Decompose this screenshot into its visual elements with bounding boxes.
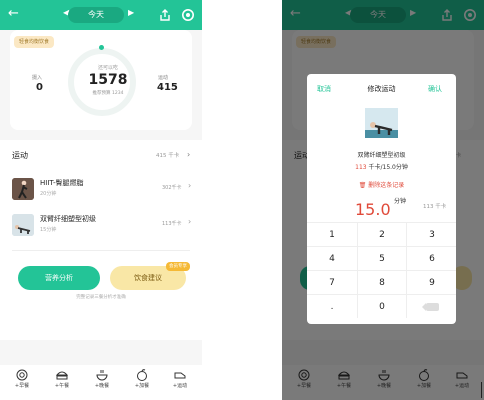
gear-icon[interactable] <box>181 8 195 22</box>
exercise-thumbnail <box>12 214 34 236</box>
numeric-keypad: 1 2 3 4 5 6 7 8 9 . 0 <box>307 222 456 324</box>
tab-snack[interactable]: +加餐 <box>124 369 160 389</box>
dinner-icon <box>96 370 108 381</box>
exercise-section: 运动 415 千卡 › HIIT-臀腿燃脂 20分钟 302千卡 › 双臂纤细塑… <box>0 140 202 340</box>
exercise-name: HIIT-臀腿燃脂 <box>40 179 84 187</box>
edit-exercise-dialog: 取消 修改运动 确认 双臂纤细塑型初级 113 千卡/15.0分钟 🗑 删除这条… <box>307 74 456 324</box>
exercise-item[interactable]: HIIT-臀腿燃脂 20分钟 302千卡 › <box>12 176 194 202</box>
key-7[interactable]: 7 <box>307 270 357 294</box>
intake-label: 摄入 <box>32 75 43 81</box>
tab-lunch[interactable]: +午餐 <box>44 369 80 389</box>
tab-breakfast[interactable]: +早餐 <box>4 369 40 389</box>
remaining-calories: 1578 <box>88 72 128 88</box>
delete-label: 删除这条记录 <box>368 182 405 189</box>
backspace-key[interactable] <box>407 294 456 318</box>
top-bar: ← ◀ 今天 ▶ <box>0 0 202 30</box>
exercise-name: 双臂纤细塑型初级 <box>40 215 96 223</box>
app-screen-with-dialog: ← ◀ 今天 ▶ 轻食均衡饮食 运动 415 千卡 +早餐 +午餐 +晚餐 +加… <box>282 0 484 400</box>
key-6[interactable]: 6 <box>407 246 456 270</box>
key-8[interactable]: 8 <box>357 270 407 294</box>
bottom-tab-bar: +早餐 +午餐 +晚餐 +加餐 +运动 <box>0 365 202 400</box>
exercise-kcal-line: 113 千卡/15.0分钟 <box>307 162 456 171</box>
key-5[interactable]: 5 <box>357 246 407 270</box>
share-icon[interactable] <box>158 8 172 22</box>
footnote: 完整记录三餐分析才准确 <box>76 295 126 300</box>
tab-dinner[interactable]: +晚餐 <box>84 369 120 389</box>
exercise-kcal: 113千卡 <box>162 221 182 227</box>
confirm-button[interactable]: 确认 <box>428 84 442 94</box>
divider <box>12 250 190 251</box>
nutrition-analysis-button[interactable]: 营养分析 <box>18 266 100 290</box>
diet-plan-tag[interactable]: 轻食均衡饮食 <box>14 36 55 48</box>
key-4[interactable]: 4 <box>307 246 357 270</box>
breakfast-icon <box>16 369 28 381</box>
tab-exercise[interactable]: +运动 <box>162 369 198 389</box>
back-arrow-icon[interactable]: ← <box>8 6 19 22</box>
ring-progress-dot <box>99 45 104 50</box>
trash-icon: 🗑 <box>358 182 367 189</box>
exercise-kcal: 302千卡 <box>162 185 182 191</box>
tab-label: +运动 <box>172 383 188 389</box>
exercise-item[interactable]: 双臂纤细塑型初级 15分钟 113千卡 › <box>12 212 194 238</box>
key-2[interactable]: 2 <box>357 222 407 246</box>
exercise-name: 双臂纤细塑型初级 <box>357 152 406 159</box>
burn-label: 运动 <box>158 75 169 81</box>
kcal-value: 113 <box>355 164 367 171</box>
amount-value: 15.0 <box>355 200 391 219</box>
calorie-summary-card: 轻食均衡饮食 摄入 0 还可以吃 1578 推荐预算 1234 运动 415 <box>10 30 192 130</box>
key-9[interactable]: 9 <box>407 270 456 294</box>
app-screen-main: ← ◀ 今天 ▶ 轻食均衡饮食 摄入 0 还可以吃 1578 推荐预算 1234… <box>0 0 202 400</box>
tab-label: +午餐 <box>54 383 70 389</box>
kcal-suffix: 千卡/15.0分钟 <box>366 164 408 171</box>
exercise-thumbnail <box>12 178 34 200</box>
recommended-budget: 推荐预算 1234 <box>92 91 124 96</box>
text-cursor-mark <box>481 382 482 398</box>
burn-value: 415 <box>157 82 178 93</box>
intake-value: 0 <box>36 82 43 93</box>
delete-record-button[interactable]: 🗑 删除这条记录 <box>307 180 456 189</box>
exercise-image <box>365 108 398 138</box>
exercise-total[interactable]: 415 千卡 <box>156 151 179 159</box>
chevron-right-icon[interactable]: › <box>187 150 190 159</box>
exercise-duration: 20分钟 <box>40 191 57 197</box>
key-1[interactable]: 1 <box>307 222 357 246</box>
key-0[interactable]: 0 <box>357 294 407 318</box>
lunch-icon <box>56 371 68 380</box>
tab-label: +早餐 <box>14 383 30 389</box>
date-selector[interactable]: 今天 <box>68 7 124 23</box>
exercise-duration: 15分钟 <box>40 227 57 233</box>
ring-caption: 还可以吃 <box>97 65 118 71</box>
amount-unit: 分钟 <box>394 198 407 205</box>
tab-label: +加餐 <box>134 383 150 389</box>
computed-kcal: 113 千卡 <box>423 204 447 210</box>
member-badge: 会员专享 <box>166 262 190 271</box>
exercise-icon <box>174 372 186 379</box>
key-decimal[interactable]: . <box>307 294 357 318</box>
snack-icon <box>137 369 147 381</box>
tab-label: +晚餐 <box>94 383 110 389</box>
chevron-right-icon: › <box>188 181 192 190</box>
backspace-icon <box>421 302 439 311</box>
chevron-right-icon: › <box>188 217 192 226</box>
exercise-title: 运动 <box>12 151 28 160</box>
key-3[interactable]: 3 <box>407 222 456 246</box>
next-day-icon[interactable]: ▶ <box>128 8 134 17</box>
